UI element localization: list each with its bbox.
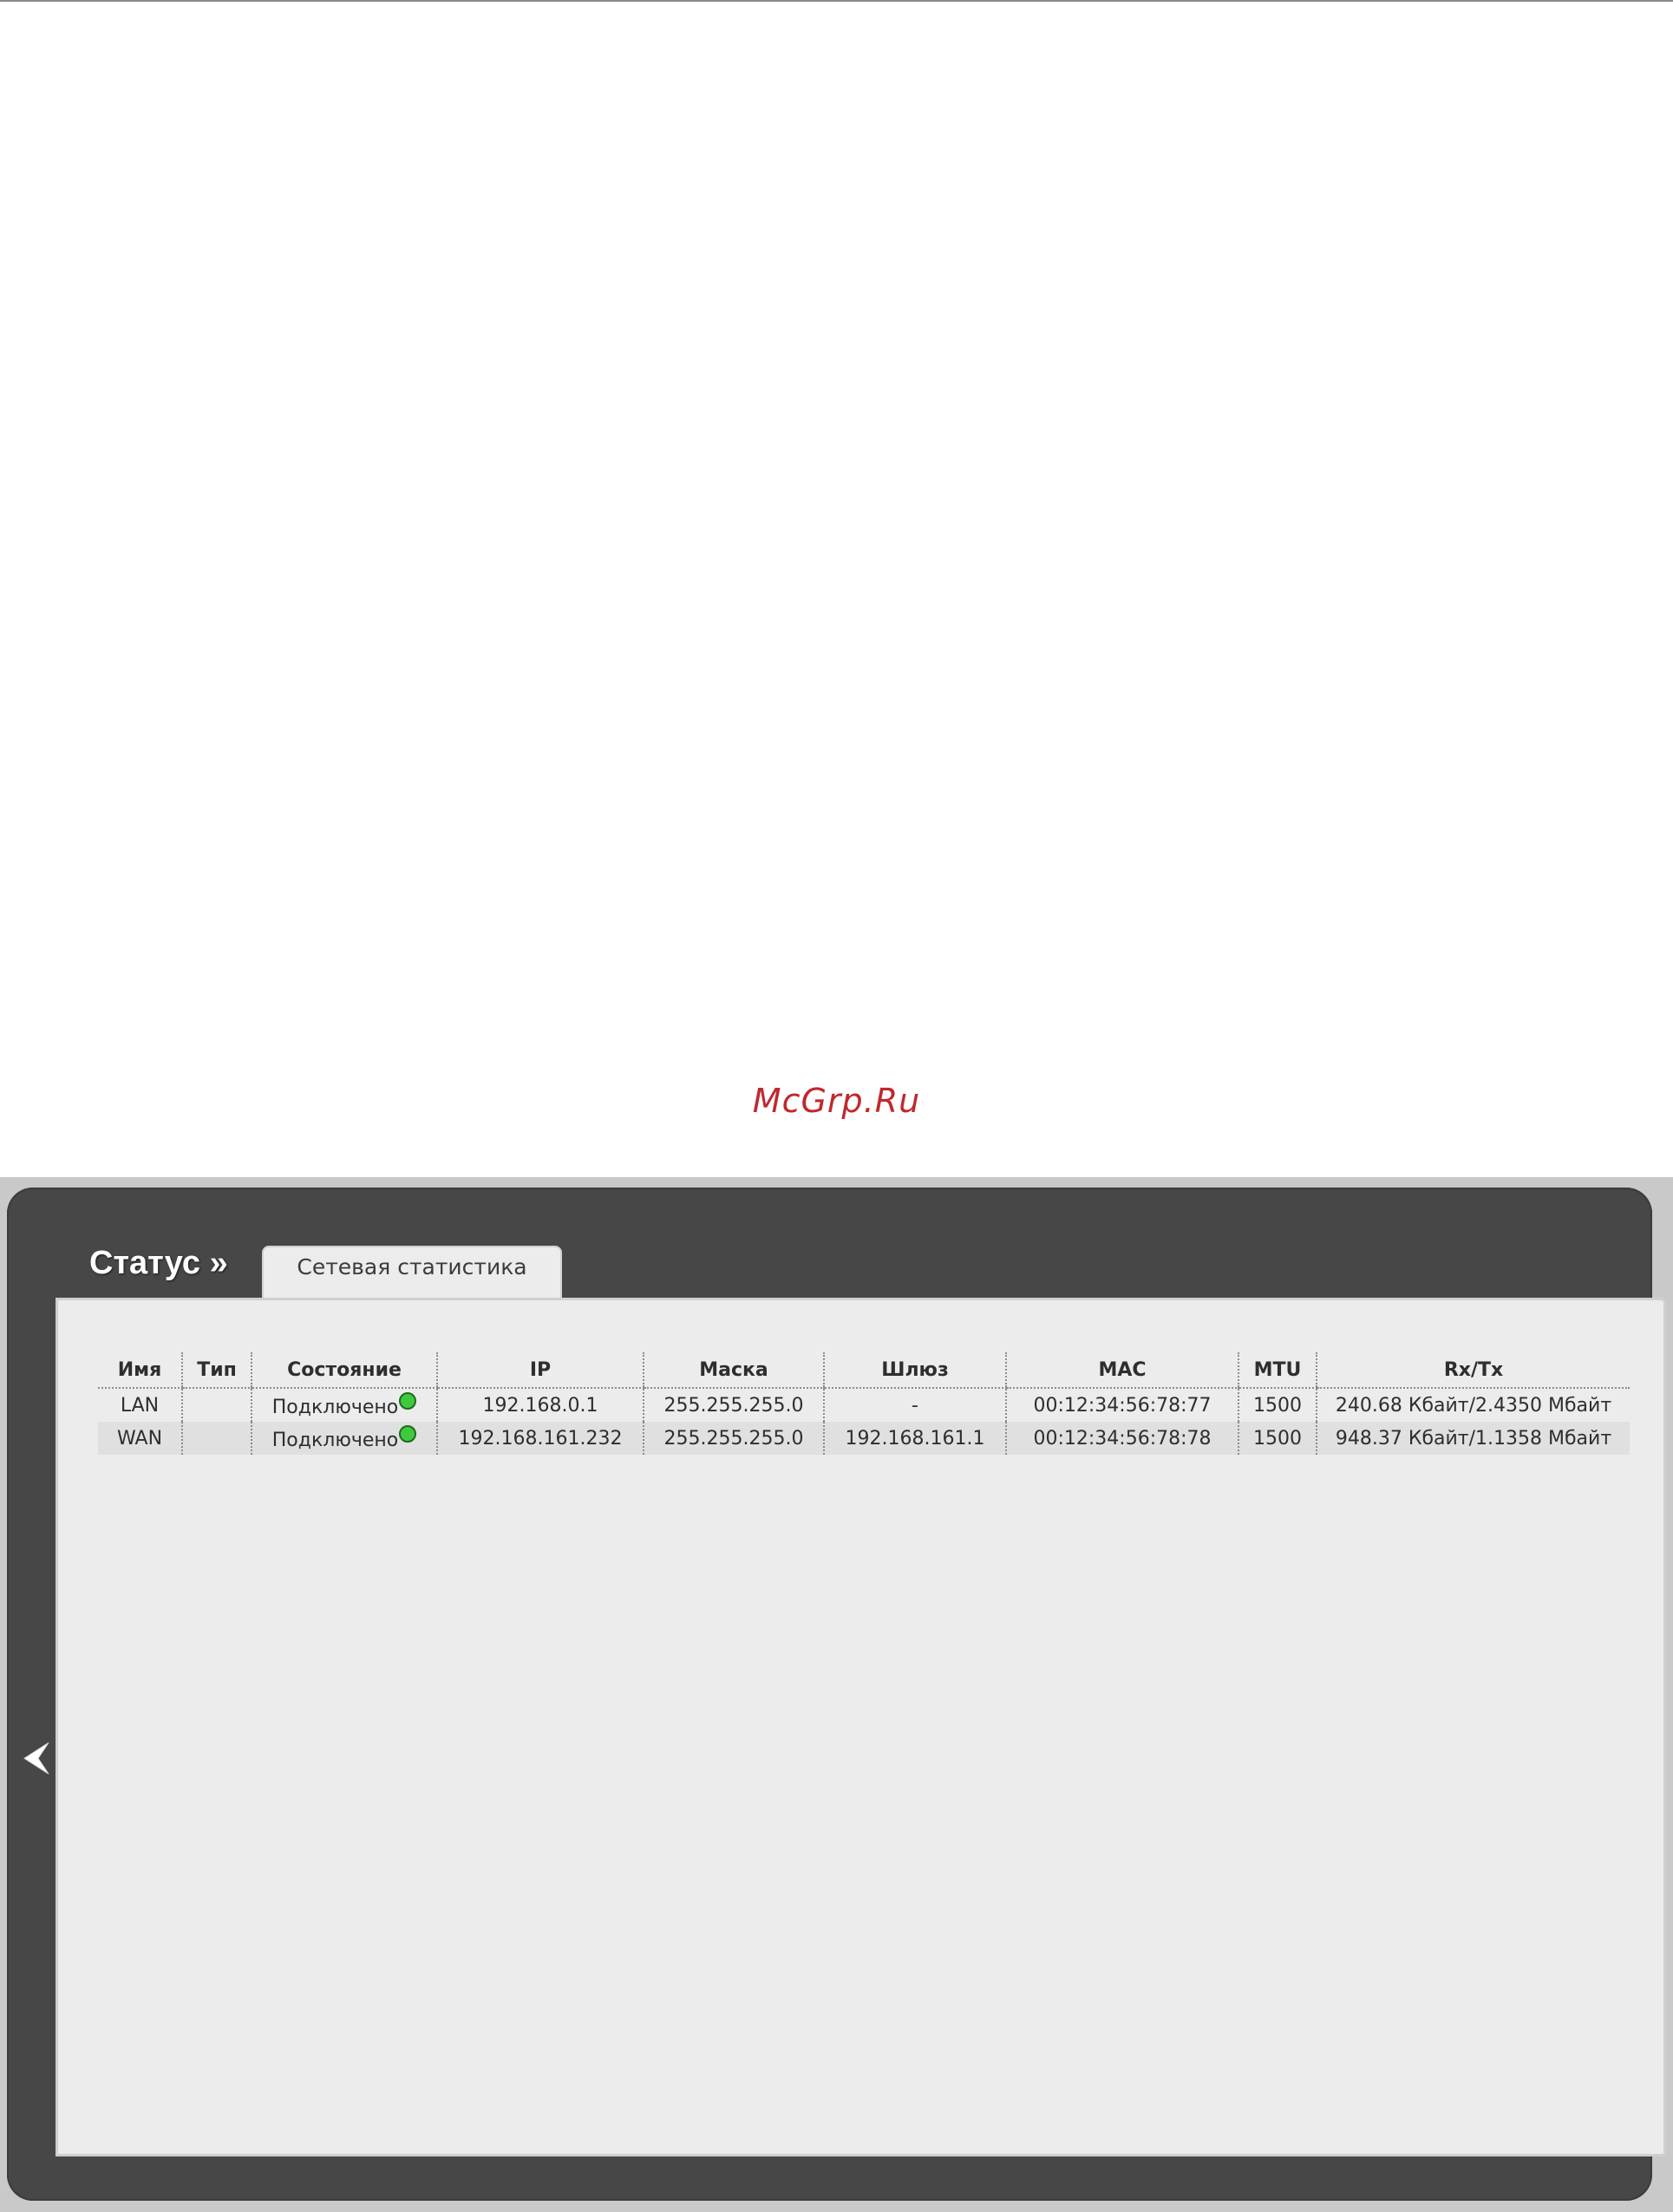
cell-mask: 255.255.255.0: [643, 1388, 824, 1422]
cell-mac: 00:12:34:56:78:78: [1005, 1422, 1238, 1455]
content-panel: Имя Тип Состояние IP Маска Шлюз MAC MTU …: [56, 1298, 1666, 2156]
cell-rxtx: 948.37 Кбайт/1.1358 Мбайт: [1316, 1422, 1630, 1455]
cell-name: WAN: [98, 1422, 182, 1455]
app-frame: Статус » Сетевая статистика Имя Тип Сост…: [7, 1188, 1666, 2201]
router-ui-screenshot: Статус » Сетевая статистика Имя Тип Сост…: [0, 1177, 1673, 2212]
cell-ip: 192.168.0.1: [436, 1388, 644, 1422]
cell-type: [181, 1388, 252, 1422]
green-dot-icon: [399, 1425, 417, 1443]
cell-mac: 00:12:34:56:78:77: [1005, 1388, 1238, 1422]
cell-rxtx: 240.68 Кбайт/2.4350 Мбайт: [1316, 1388, 1630, 1422]
cell-state: Подключено: [251, 1388, 437, 1422]
cell-state: Подключено: [251, 1422, 437, 1455]
page-title: Статус »: [89, 1245, 228, 1281]
column-header-name: Имя: [98, 1352, 182, 1389]
cell-type: [181, 1422, 252, 1455]
cell-gateway: 192.168.161.1: [823, 1422, 1006, 1455]
tab-network-statistics[interactable]: Сетевая статистика: [262, 1246, 562, 1299]
network-statistics-table: Имя Тип Состояние IP Маска Шлюз MAC MTU …: [98, 1352, 1630, 1455]
cell-ip: 192.168.161.232: [436, 1422, 644, 1455]
column-header-mac: MAC: [1005, 1352, 1238, 1389]
column-header-gateway: Шлюз: [823, 1352, 1006, 1389]
state-text: Подключено: [271, 1397, 399, 1418]
green-dot-icon: [399, 1392, 417, 1410]
state-text: Подключено: [271, 1430, 399, 1451]
column-header-ip: IP: [436, 1352, 644, 1389]
column-header-mtu: MTU: [1238, 1352, 1317, 1389]
cell-mtu: 1500: [1238, 1422, 1317, 1455]
table-header-row: Имя Тип Состояние IP Маска Шлюз MAC MTU …: [98, 1352, 1630, 1389]
cell-name: LAN: [120, 1394, 160, 1417]
cell-mtu: 1500: [1238, 1388, 1317, 1422]
chevron-left-icon[interactable]: [19, 1739, 54, 1777]
table-row: WAN Подключено 192.168.161.232 255.255.2…: [98, 1422, 1630, 1455]
column-header-rxtx: Rx/Tx: [1316, 1352, 1630, 1389]
column-header-type: Тип: [181, 1352, 252, 1389]
watermark: McGrp.Ru: [752, 1082, 921, 1120]
cell-gateway: -: [823, 1388, 1006, 1422]
cell-mask: 255.255.255.0: [643, 1422, 824, 1455]
column-header-state: Состояние: [251, 1352, 437, 1389]
top-rule: [0, 0, 1673, 2]
table-row: LAN Подключено 192.168.0.1 255.255.255.0…: [98, 1388, 1630, 1422]
column-header-mask: Маска: [643, 1352, 824, 1389]
